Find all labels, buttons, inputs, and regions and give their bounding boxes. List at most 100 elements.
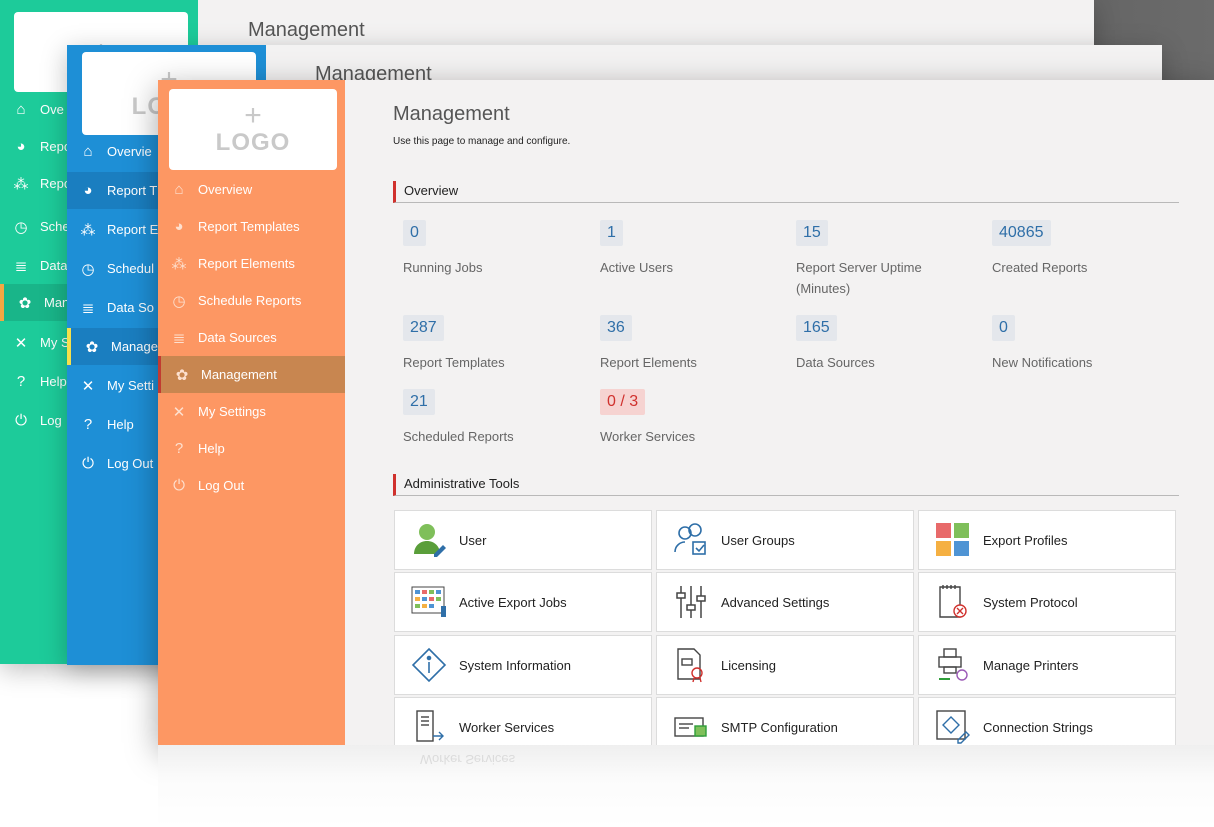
smtp-icon: [671, 707, 711, 745]
stat-active-users[interactable]: 1 Active Users: [600, 220, 780, 278]
tool-advanced-settings[interactable]: Advanced Settings: [656, 572, 914, 632]
report-elements-icon: ⁂: [171, 255, 187, 273]
sidebar-item-management[interactable]: ✿ Management: [158, 356, 345, 393]
tool-user-groups[interactable]: User Groups: [656, 510, 914, 570]
sidebar-item-report-elements[interactable]: ⁂ Report Elements: [158, 245, 345, 282]
printer-icon: [933, 645, 973, 685]
database-icon: ≣: [81, 299, 95, 317]
stat-label: Data Sources: [796, 355, 875, 370]
system-protocol-icon: [933, 582, 973, 622]
logo-placeholder[interactable]: + LOGO: [169, 89, 337, 170]
report-elements-icon: ⁂: [13, 175, 29, 193]
report-templates-icon: ◕: [16, 138, 26, 155]
tool-label: Active Export Jobs: [459, 594, 567, 610]
tool-worker-services[interactable]: Worker Services: [394, 697, 652, 745]
stat-running-jobs[interactable]: 0 Running Jobs: [403, 220, 583, 278]
stat-value-warning: 0 / 3: [600, 389, 646, 415]
tool-connection-strings[interactable]: Connection Strings: [918, 697, 1176, 745]
report-templates-icon: ◕: [174, 218, 184, 235]
tool-smtp-configuration[interactable]: SMTP Configuration: [656, 697, 914, 745]
stat-created-reports[interactable]: 40865 Created Reports: [992, 220, 1172, 278]
gear-icon: ✿: [85, 338, 99, 356]
sidebar-item-data-sources[interactable]: ≣ Data Sources: [158, 319, 345, 356]
licensing-certificate-icon: [671, 645, 711, 685]
sliders-icon: [671, 582, 711, 622]
stat-label: Created Reports: [992, 260, 1088, 275]
settings-tools-icon: ✕: [81, 377, 95, 395]
tool-licensing[interactable]: Licensing: [656, 635, 914, 695]
user-edit-icon: [409, 520, 449, 560]
logo-text: LOGO: [215, 128, 291, 156]
main-content: Management Use this page to manage and c…: [345, 80, 1214, 745]
power-icon: ⏻: [15, 412, 27, 429]
stat-report-elements[interactable]: 36 Report Elements: [600, 315, 780, 373]
stat-label: Report Templates: [403, 355, 505, 370]
help-icon: ?: [83, 416, 93, 433]
settings-tools-icon: ✕: [14, 334, 28, 352]
stat-label: Worker Services: [600, 429, 696, 444]
schedule-icon: ◷: [14, 218, 28, 236]
settings-tools-icon: ✕: [172, 403, 186, 421]
sidebar-item-report-templates[interactable]: ◕ Report Templates: [158, 208, 345, 245]
stat-value: 1: [600, 220, 623, 246]
tool-label: Licensing: [721, 657, 776, 673]
tool-label: Connection Strings: [983, 719, 1093, 735]
stat-label: New Notifications: [992, 355, 1093, 370]
tool-label: SMTP Configuration: [721, 719, 838, 735]
plus-icon: +: [244, 98, 262, 132]
report-elements-icon: ⁂: [80, 221, 96, 239]
stat-new-notifications[interactable]: 0 New Notifications: [992, 315, 1172, 373]
page-title: Management: [393, 103, 510, 125]
help-icon: ?: [174, 440, 184, 457]
overview-heading: Overview: [393, 181, 1179, 203]
sidebar-item-schedule-reports[interactable]: ◷ Schedule Reports: [158, 282, 345, 319]
power-icon: ⏻: [173, 477, 185, 494]
stat-report-templates[interactable]: 287 Report Templates: [403, 315, 583, 373]
stat-value: 165: [796, 315, 837, 341]
home-icon: ⌂: [16, 101, 26, 118]
page-subtitle: Use this page to manage and configure.: [393, 136, 571, 147]
database-icon: ≣: [14, 257, 28, 275]
tool-manage-printers[interactable]: Manage Printers: [918, 635, 1176, 695]
schedule-icon: ◷: [172, 292, 186, 310]
stat-value: 287: [403, 315, 444, 341]
sidebar-item-help[interactable]: ? Help: [158, 430, 345, 467]
reflection-text: Worker Services: [420, 752, 516, 767]
gear-icon: ✿: [175, 366, 189, 384]
tool-label: Manage Printers: [983, 657, 1079, 673]
tool-label: User Groups: [721, 532, 795, 548]
stat-value: 0: [992, 315, 1015, 341]
tool-export-profiles[interactable]: Export Profiles: [918, 510, 1176, 570]
home-icon: ⌂: [174, 181, 184, 198]
tool-active-export-jobs[interactable]: Active Export Jobs: [394, 572, 652, 632]
stat-value: 36: [600, 315, 632, 341]
stat-label: Active Users: [600, 260, 673, 275]
stat-label: Report Elements: [600, 355, 697, 370]
stat-data-sources[interactable]: 165 Data Sources: [796, 315, 976, 373]
gear-icon: ✿: [18, 294, 32, 312]
stat-value: 21: [403, 389, 435, 415]
active-export-jobs-icon: [409, 582, 449, 622]
tool-label: Advanced Settings: [721, 594, 830, 610]
tool-user[interactable]: User: [394, 510, 652, 570]
sidebar-item-overview[interactable]: ⌂ Overview: [158, 171, 345, 208]
stat-value: 0: [403, 220, 426, 246]
tool-label: System Protocol: [983, 594, 1078, 610]
user-groups-icon: [671, 520, 711, 560]
stat-scheduled-reports[interactable]: 21 Scheduled Reports: [403, 389, 583, 447]
export-profiles-icon: [933, 520, 973, 560]
stat-worker-services[interactable]: 0 / 3 Worker Services: [600, 389, 780, 447]
tool-system-protocol[interactable]: System Protocol: [918, 572, 1176, 632]
stat-value: 15: [796, 220, 828, 246]
sidebar-item-my-settings[interactable]: ✕ My Settings: [158, 393, 345, 430]
stat-server-uptime[interactable]: 15 Report Server Uptime (Minutes): [796, 220, 956, 299]
sidebar: + LOGO ⌂ Overview ◕ Report Templates ⁂ Repo…: [158, 80, 345, 745]
power-icon: ⏻: [82, 455, 94, 472]
front-window: + LOGO ⌂ Overview ◕ Report Templates ⁂ Repo…: [158, 80, 1214, 745]
schedule-icon: ◷: [81, 260, 95, 278]
sidebar-item-log-out[interactable]: ⏻ Log Out: [158, 467, 345, 504]
stat-label: Running Jobs: [403, 260, 483, 275]
tool-system-information[interactable]: System Information: [394, 635, 652, 695]
help-icon: ?: [16, 373, 26, 390]
stat-label: Report Server Uptime (Minutes): [796, 260, 922, 296]
